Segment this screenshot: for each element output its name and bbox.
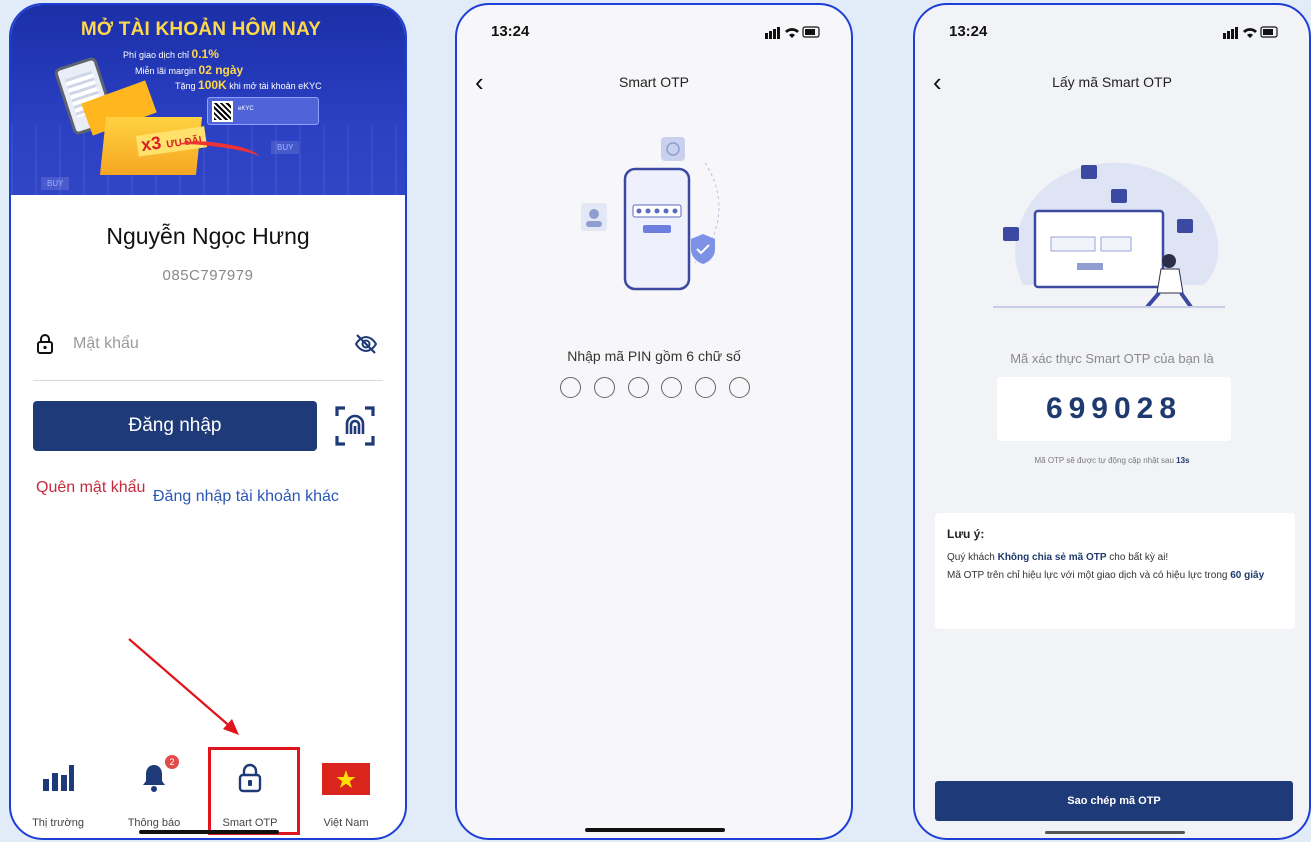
banner-gift-suffix: khi mở tài khoản eKYC <box>226 81 322 91</box>
tab-notifications[interactable]: 2 Thông báo <box>111 745 197 838</box>
pointer-arrow-icon <box>128 638 239 735</box>
pin-digit <box>593 377 615 398</box>
phone-login-screen: MỞ TÀI KHOẢN HÔM NAY Phí giao dịch chỉ 0… <box>9 3 407 840</box>
note-card: Lưu ý: Quý khách Không chia sẻ mã OTP ch… <box>935 513 1295 629</box>
password-placeholder: Mật khẩu <box>73 335 139 352</box>
login-button[interactable]: Đăng nhập <box>33 401 317 451</box>
pin-digit <box>560 377 581 398</box>
tab-market-label: Thị trường <box>32 817 84 829</box>
page-title: Smart OTP <box>618 74 689 90</box>
note-share-bold: Không chia sẻ mã OTP <box>997 552 1107 563</box>
status-time: 13:24 <box>949 23 988 40</box>
banner-line-gift: Tặng 100K khi mở tài khoản eKYC <box>175 78 322 92</box>
note-validity-bold: 60 giây <box>1230 570 1265 581</box>
status-bar-icons <box>1223 26 1278 39</box>
banner-margin-label: Miễn lãi margin <box>135 66 199 76</box>
pin-digit <box>695 377 717 398</box>
eye-off-icon[interactable] <box>353 331 379 357</box>
banner-line-fee: Phí giao dịch chỉ 0.1% <box>123 47 219 61</box>
tab-language-label: Việt Nam <box>323 817 369 829</box>
bell-icon <box>143 765 165 792</box>
face-id-icon[interactable] <box>331 402 379 450</box>
home-indicator <box>139 830 279 834</box>
banner-fee-value: 0.1% <box>191 47 219 61</box>
note-line-validity: Mã OTP trên chỉ hiệu lực với một giao dị… <box>947 567 1283 585</box>
promo-badge-count: x3 <box>139 132 163 156</box>
tab-notifications-label: Thông báo <box>127 817 181 829</box>
qr-card: eKYC <box>207 97 319 125</box>
banner-chart-pattern <box>11 125 405 195</box>
banner-margin-value: 02 ngày <box>198 63 244 77</box>
tab-language[interactable]: Việt Nam <box>303 745 389 838</box>
user-id: 085C797979 <box>162 267 254 284</box>
otp-refresh-note: Mã OTP sẽ được tự động cập nhật sau 13s <box>915 456 1309 465</box>
home-indicator <box>585 828 725 832</box>
smart-otp-highlight <box>208 747 300 835</box>
phone-pin-illustration <box>581 137 720 291</box>
note-line-share: Quý khách Không chia sẻ mã OTP cho bất k… <box>947 549 1283 567</box>
note-validity-prefix: Mã OTP trên chỉ hiệu lực với một giao dị… <box>947 570 1231 581</box>
status-bar-icons <box>765 26 820 39</box>
pin-input[interactable] <box>560 377 750 401</box>
qr-label: eKYC <box>238 106 254 112</box>
other-account-link[interactable]: Đăng nhập tài khoản khác <box>153 488 339 506</box>
otp-label: Mã xác thực Smart OTP của bạn là <box>1010 351 1214 366</box>
otp-refresh-countdown: 13s <box>1176 456 1190 465</box>
laptop-user-illustration <box>993 162 1225 309</box>
phone-smart-otp-pin-screen: 13:24 ‹ Smart OTP Nhập mã PIN gồm 6 chữ … <box>455 3 853 840</box>
buy-tag: BUY <box>271 141 300 154</box>
status-time: 13:24 <box>491 23 530 40</box>
bar-chart-icon <box>43 765 74 791</box>
lock-icon <box>37 334 53 354</box>
home-indicator <box>1045 831 1185 834</box>
password-field[interactable]: Mật khẩu <box>33 325 383 381</box>
qr-code-icon <box>212 101 233 122</box>
banner-gift-value: 100K <box>198 78 227 92</box>
buy-tag: BUY <box>41 177 70 190</box>
banner-gift-label: Tặng <box>175 81 199 91</box>
note-share-prefix: Quý khách <box>947 552 998 563</box>
otp-code: 699028 <box>997 377 1231 441</box>
tab-market[interactable]: Thị trường <box>15 745 101 838</box>
note-title: Lưu ý: <box>947 527 985 541</box>
pin-digit <box>661 377 683 398</box>
banner-fee-label: Phí giao dịch chỉ <box>123 50 192 60</box>
user-name: Nguyễn Ngọc Hưng <box>106 223 310 249</box>
otp-refresh-label: Mã OTP sẽ được tự động cập nhật sau <box>1034 456 1177 465</box>
pin-digit <box>728 377 750 398</box>
pin-digit <box>627 377 649 398</box>
pin-label: Nhập mã PIN gồm 6 chữ số <box>567 348 741 364</box>
banner-title: MỞ TÀI KHOẢN HÔM NAY <box>80 19 321 40</box>
page-title: Lấy mã Smart OTP <box>1052 74 1172 90</box>
banner-line-margin: Miễn lãi margin 02 ngày <box>135 63 243 77</box>
note-share-suffix: cho bất kỳ ai! <box>1106 552 1169 563</box>
phone-otp-result-screen: 13:24 ‹ Lấy mã Smart OTP Mã xác thực Sma… <box>913 3 1311 840</box>
copy-otp-button[interactable]: Sao chép mã OTP <box>935 781 1293 821</box>
promo-banner[interactable]: MỞ TÀI KHOẢN HÔM NAY Phí giao dịch chỉ 0… <box>11 5 405 195</box>
vietnam-flag-icon <box>322 763 370 795</box>
notification-badge: 2 <box>165 755 179 769</box>
forgot-password-link[interactable]: Quên mật khẩu <box>36 477 146 499</box>
